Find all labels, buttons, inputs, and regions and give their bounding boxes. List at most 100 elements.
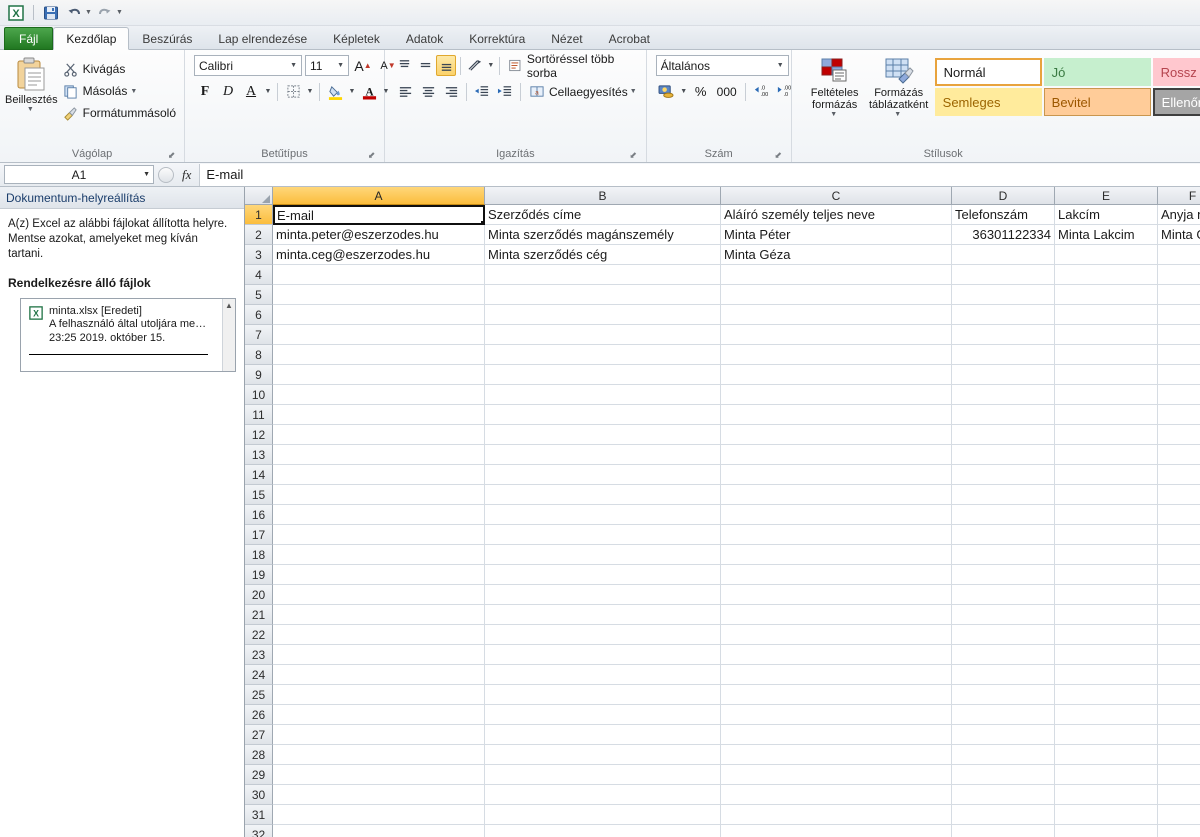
- grid-cell[interactable]: [485, 485, 721, 505]
- grid-cell[interactable]: [1055, 765, 1158, 785]
- grid-cell[interactable]: [1158, 325, 1200, 345]
- grid-cell[interactable]: [1158, 245, 1200, 265]
- grid-cell[interactable]: [1055, 365, 1158, 385]
- grid-cell[interactable]: [485, 545, 721, 565]
- grid-cell[interactable]: [721, 745, 952, 765]
- grow-font-button[interactable]: A▲: [352, 55, 374, 76]
- row-header[interactable]: 8: [245, 345, 273, 365]
- grid-cell[interactable]: [485, 585, 721, 605]
- grid-cell[interactable]: [485, 445, 721, 465]
- font-family-combo[interactable]: Calibri ▼: [194, 55, 302, 76]
- grid-cell[interactable]: [952, 325, 1055, 345]
- grid-cell[interactable]: [952, 365, 1055, 385]
- row-header[interactable]: 26: [245, 705, 273, 725]
- grid-cell[interactable]: [721, 285, 952, 305]
- grid-cell[interactable]: [1055, 425, 1158, 445]
- borders-button[interactable]: [282, 81, 304, 102]
- grid-cell[interactable]: [721, 645, 952, 665]
- undo-arrow-icon[interactable]: [64, 3, 84, 23]
- font-size-caret[interactable]: ▼: [335, 62, 346, 69]
- row-header[interactable]: 4: [245, 265, 273, 285]
- grid-cell[interactable]: [273, 505, 485, 525]
- grid-cell[interactable]: [1158, 545, 1200, 565]
- row-header[interactable]: 6: [245, 305, 273, 325]
- row-header[interactable]: 24: [245, 665, 273, 685]
- grid-cell[interactable]: minta.peter@eszerzodes.hu: [273, 225, 485, 245]
- orientation-button[interactable]: [465, 55, 485, 76]
- tab-fajl[interactable]: Fájl: [4, 27, 53, 50]
- grid-cell[interactable]: [1158, 705, 1200, 725]
- tab-korrektura[interactable]: Korrektúra: [456, 27, 538, 50]
- grid-cell[interactable]: 36301122334: [952, 225, 1055, 245]
- style-jo[interactable]: Jó: [1044, 58, 1151, 86]
- grid-cell[interactable]: [721, 365, 952, 385]
- grid-cell[interactable]: [273, 785, 485, 805]
- grid-cell[interactable]: [273, 525, 485, 545]
- alignment-dialog-launcher[interactable]: ⬋: [628, 150, 639, 161]
- grid-cell[interactable]: [1055, 465, 1158, 485]
- row-header[interactable]: 7: [245, 325, 273, 345]
- grid-cell[interactable]: [1055, 525, 1158, 545]
- grid-cell[interactable]: [721, 685, 952, 705]
- fill-color-dropdown-caret[interactable]: ▼: [347, 81, 357, 102]
- grid-cell[interactable]: [273, 305, 485, 325]
- grid-cell[interactable]: [1055, 705, 1158, 725]
- grid-cell[interactable]: [1055, 645, 1158, 665]
- grid-cell[interactable]: E-mail: [273, 205, 485, 225]
- grid-cell[interactable]: [1158, 825, 1200, 837]
- grid-cell[interactable]: [721, 785, 952, 805]
- underline-dropdown-caret[interactable]: ▼: [263, 81, 273, 102]
- grid-cell[interactable]: [485, 625, 721, 645]
- grid-cell[interactable]: Aláíró személy teljes neve: [721, 205, 952, 225]
- grid-cell[interactable]: [273, 765, 485, 785]
- grid-cell[interactable]: [1055, 305, 1158, 325]
- select-all-corner[interactable]: [245, 187, 273, 205]
- grid-cell[interactable]: [1158, 285, 1200, 305]
- grid-cell[interactable]: [1158, 785, 1200, 805]
- style-semleges[interactable]: Semleges: [935, 88, 1042, 116]
- percent-format-button[interactable]: %: [690, 81, 712, 102]
- grid-cell[interactable]: [952, 465, 1055, 485]
- copy-dropdown-caret[interactable]: ▼: [130, 88, 137, 95]
- grid-cell[interactable]: [1158, 465, 1200, 485]
- grid-cell[interactable]: [952, 805, 1055, 825]
- grid-cell[interactable]: [1055, 385, 1158, 405]
- italic-button[interactable]: D: [217, 81, 239, 102]
- row-header[interactable]: 11: [245, 405, 273, 425]
- grid-cell[interactable]: [485, 605, 721, 625]
- grid-cell[interactable]: [1055, 285, 1158, 305]
- grid-cell[interactable]: Minta szerződés cég: [485, 245, 721, 265]
- grid-cell[interactable]: [721, 345, 952, 365]
- grid-cell[interactable]: [485, 305, 721, 325]
- grid-cell[interactable]: [721, 485, 952, 505]
- grid-cell[interactable]: [1055, 625, 1158, 645]
- grid-cell[interactable]: [485, 345, 721, 365]
- grid-cell[interactable]: Anyja n: [1158, 205, 1200, 225]
- grid-cell[interactable]: Minta Lakcim: [1055, 225, 1158, 245]
- conditional-formatting-button[interactable]: Feltételes formázás ▼: [803, 55, 867, 118]
- align-top-button[interactable]: [394, 55, 414, 76]
- merge-cells-button[interactable]: a Cellaegyesítés ▼: [525, 81, 641, 102]
- column-header-e[interactable]: E: [1055, 187, 1158, 205]
- font-color-button[interactable]: A: [358, 81, 380, 102]
- currency-dropdown-caret[interactable]: ▼: [679, 81, 689, 102]
- formula-bar-expand-button[interactable]: [158, 167, 174, 183]
- grid-cell[interactable]: [1055, 805, 1158, 825]
- grid-cell[interactable]: [1055, 585, 1158, 605]
- grid-cell[interactable]: [273, 645, 485, 665]
- grid-cell[interactable]: [952, 665, 1055, 685]
- row-header[interactable]: 31: [245, 805, 273, 825]
- style-rossz[interactable]: Rossz: [1153, 58, 1200, 86]
- grid-cell[interactable]: [721, 625, 952, 645]
- grid-cell[interactable]: [1055, 785, 1158, 805]
- grid-cell[interactable]: [721, 565, 952, 585]
- grid-cell[interactable]: [485, 705, 721, 725]
- grid-cell[interactable]: [1055, 485, 1158, 505]
- paste-button[interactable]: Beillesztés ▼: [5, 55, 58, 113]
- align-left-button[interactable]: [394, 81, 416, 102]
- row-header[interactable]: 14: [245, 465, 273, 485]
- recovery-file-item[interactable]: X minta.xlsx [Eredeti] A felhasználó ált…: [29, 305, 218, 345]
- grid-cell[interactable]: [721, 405, 952, 425]
- grid-cell[interactable]: [1055, 605, 1158, 625]
- tab-kepletek[interactable]: Képletek: [320, 27, 393, 50]
